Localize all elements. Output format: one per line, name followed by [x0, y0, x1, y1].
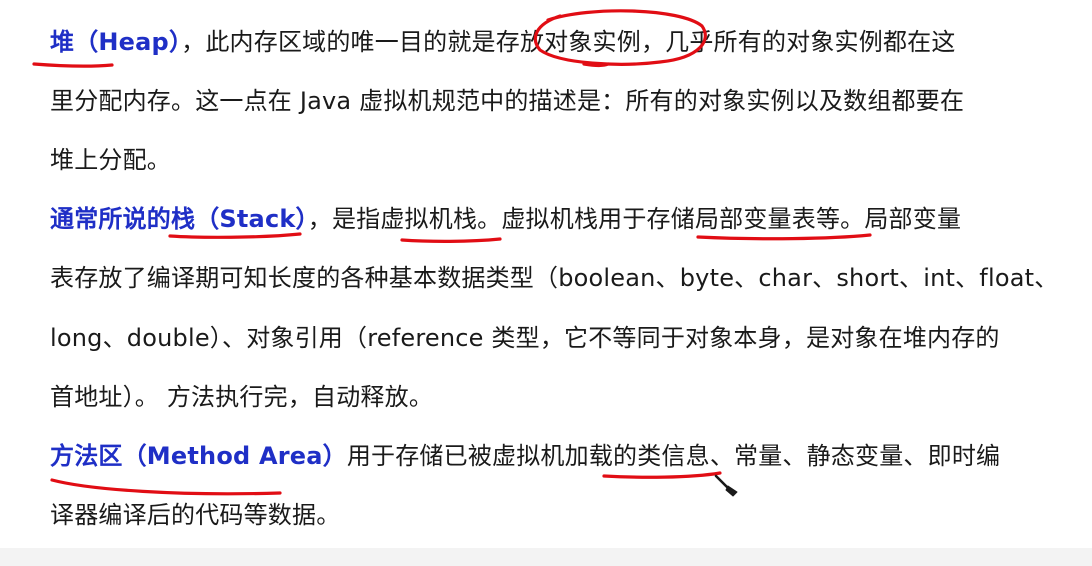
page-bottom-strip	[0, 548, 1092, 566]
method-area-paragraph-line-2: 译器编译后的代码等数据。	[50, 495, 1050, 535]
circle-tail	[582, 62, 610, 68]
stack-paragraph-line-3: long、double）、对象引用（reference 类型，它不等同于对象本身…	[50, 318, 1050, 358]
method-area-line-1-text: 用于存储已被虚拟机加载的类信息、常量、静态变量、即时编	[346, 442, 1001, 470]
method-area-line-2-text: 译器编译后的代码等数据。	[50, 501, 341, 529]
stack-term: 通常所说的栈（Stack）	[50, 205, 308, 233]
pen-cursor-icon	[714, 474, 738, 497]
method-area-paragraph-line-1: 方法区（Method Area）用于存储已被虚拟机加载的类信息、常量、静态变量、…	[50, 436, 1050, 476]
stack-line-3-text: long、double）、对象引用（reference 类型，它不等同于对象本身…	[50, 324, 1000, 352]
document-page: 堆（Heap），此内存区域的唯一目的就是存放对象实例，几乎所有的对象实例都在这 …	[0, 0, 1092, 566]
underline-heap-term	[32, 62, 114, 68]
underline-method-area-term	[50, 478, 282, 496]
method-area-term: 方法区（Method Area）	[50, 442, 347, 470]
heap-paragraph-line-3: 堆上分配。	[50, 140, 1050, 180]
heap-term: 堆（Heap）	[50, 28, 182, 56]
stack-paragraph-line-2: 表存放了编译期可知长度的各种基本数据类型（boolean、byte、char、s…	[50, 258, 1050, 298]
stack-paragraph-line-1: 通常所说的栈（Stack），是指虚拟机栈。虚拟机栈用于存储局部变量表等。局部变量	[50, 199, 1050, 239]
stack-line-4-text: 首地址）。 方法执行完，自动释放。	[50, 383, 434, 411]
heap-line-1-text: ，此内存区域的唯一目的就是存放对象实例，几乎所有的对象实例都在这	[181, 28, 956, 56]
underline-vm-stack	[400, 237, 502, 243]
heap-paragraph-line-1: 堆（Heap），此内存区域的唯一目的就是存放对象实例，几乎所有的对象实例都在这	[50, 22, 1050, 62]
stack-line-1-text: ，是指虚拟机栈。虚拟机栈用于存储局部变量表等。局部变量	[307, 205, 962, 233]
heap-line-2-text: 里分配内存。这一点在 Java 虚拟机规范中的描述是：所有的对象实例以及数组都要…	[50, 87, 965, 115]
heap-paragraph-line-2: 里分配内存。这一点在 Java 虚拟机规范中的描述是：所有的对象实例以及数组都要…	[50, 81, 1050, 121]
stack-line-2-text: 表存放了编译期可知长度的各种基本数据类型（boolean、byte、char、s…	[50, 264, 1050, 292]
heap-line-3-text: 堆上分配。	[50, 146, 171, 174]
stack-paragraph-line-4: 首地址）。 方法执行完，自动释放。	[50, 377, 1050, 417]
